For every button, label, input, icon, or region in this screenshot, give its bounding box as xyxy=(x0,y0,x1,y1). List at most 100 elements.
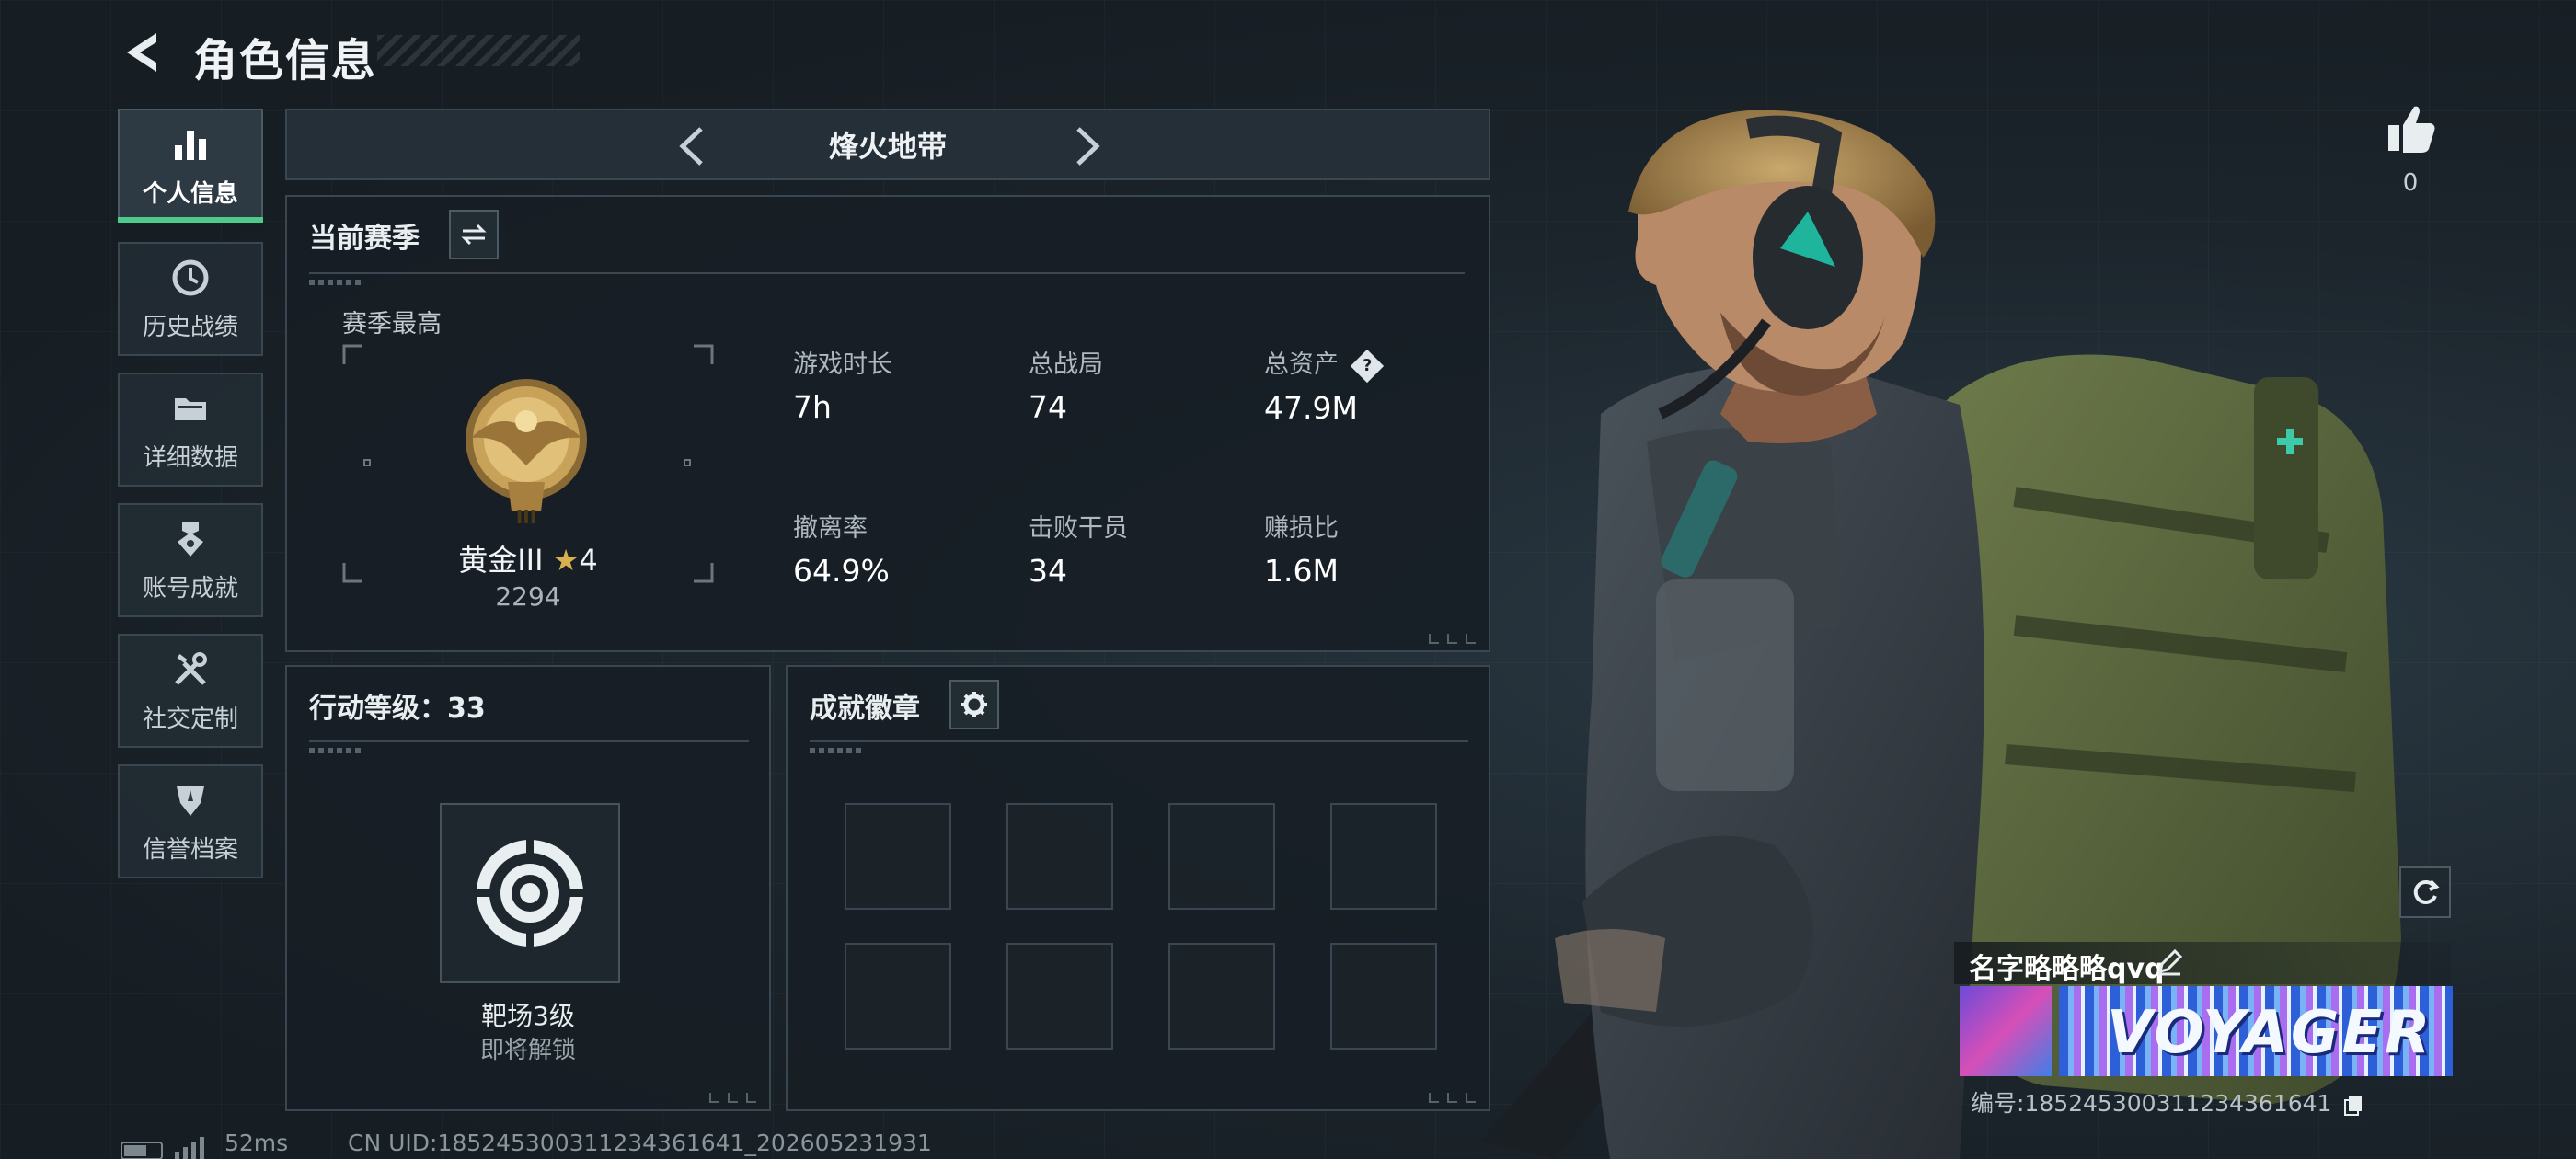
divider-dots xyxy=(810,748,865,753)
stat-value: 7h xyxy=(793,389,832,425)
stat-profit-loss: 赚损比 1.6M xyxy=(1264,508,1339,589)
player-id: 编号:1852453003112343616­41 xyxy=(1971,1085,2364,1119)
stat-label: 总资产 ? xyxy=(1264,344,1384,383)
target-crosshair-icon xyxy=(472,835,588,951)
season-panel: 当前赛季 赛季最高 III 黄金III ★4 2294 游戏时长 7h 总战局 … xyxy=(285,195,1490,652)
likes-count: 0 xyxy=(2402,169,2419,197)
stat-label: 游戏时长 xyxy=(793,350,892,379)
sidebar-item-label: 个人信息 xyxy=(142,179,238,208)
player-name: 名字略略略qvq xyxy=(1969,953,2165,985)
title-decoration xyxy=(377,35,580,66)
rotate-model-button[interactable] xyxy=(2399,866,2451,918)
star-icon: ★ xyxy=(552,543,580,578)
ping-text: 52ms xyxy=(224,1130,289,1156)
stat-total-matches: 总战局 74 xyxy=(1029,344,1103,425)
sidebar-item-label: 账号成就 xyxy=(142,574,238,602)
chevron-right-icon[interactable] xyxy=(1069,125,1106,167)
action-level-divider xyxy=(309,740,749,742)
help-icon-glyph: ? xyxy=(1362,356,1372,375)
season-divider xyxy=(309,272,1465,274)
back-arrow-icon[interactable] xyxy=(118,28,167,77)
gold-rank-emblem-icon xyxy=(466,379,587,511)
reward-name: 靶场3级 xyxy=(481,1001,575,1031)
badge-slot[interactable] xyxy=(1330,803,1437,910)
player-id-text: 编号:1852453003112343616­41 xyxy=(1971,1090,2332,1117)
rank-stars: 4 xyxy=(579,543,598,578)
badge-slot[interactable] xyxy=(1330,943,1437,1050)
season-title: 当前赛季 xyxy=(309,223,420,255)
achievement-badges-panel: 成就徽章 xyxy=(786,665,1490,1111)
stat-total-assets: 总资产 ? 47.9M xyxy=(1264,344,1384,426)
season-switch-button[interactable] xyxy=(449,210,499,259)
gear-icon xyxy=(961,692,987,717)
sidebar-item-social-custom[interactable]: 社交定制 xyxy=(118,634,263,748)
banner-text: VOYAGER xyxy=(2107,999,2433,1067)
corner-decoration xyxy=(709,1093,756,1103)
page-title: 角色信息 xyxy=(193,35,378,86)
help-icon[interactable]: ? xyxy=(1350,349,1384,383)
stat-value: 1.6M xyxy=(1264,553,1339,589)
divider-dots xyxy=(309,748,364,753)
stat-play-time: 游戏时长 7h xyxy=(793,344,892,425)
stat-extraction-rate: 撤离率 64.9% xyxy=(793,508,890,589)
action-level-panel: 行动等级：33 靶场3级 即将解锁 xyxy=(285,665,771,1111)
bar-chart-icon xyxy=(175,130,206,160)
badge-slot[interactable] xyxy=(1006,943,1113,1050)
stat-operators-defeated: 击败干员 34 xyxy=(1029,508,1128,589)
badge-slot[interactable] xyxy=(1006,803,1113,910)
stat-label: 击败干员 xyxy=(1029,514,1128,543)
stat-value: 74 xyxy=(1029,389,1067,425)
banner-avatar xyxy=(1960,986,2052,1076)
divider-dots xyxy=(309,280,364,285)
stat-value: 34 xyxy=(1029,553,1067,589)
history-clock-icon xyxy=(172,259,209,295)
battery-signal-icon xyxy=(121,1137,204,1159)
stat-value: 64.9% xyxy=(793,553,890,589)
stat-value: 47.9M xyxy=(1264,389,1358,426)
badge-slot[interactable] xyxy=(1168,943,1275,1050)
achievement-medal-icon xyxy=(178,521,203,557)
stat-label: 撤离率 xyxy=(793,514,868,543)
sidebar-item-personal-info[interactable]: 个人信息 xyxy=(118,109,263,223)
sidebar-item-label: 社交定制 xyxy=(142,705,238,733)
badges-divider xyxy=(810,740,1468,742)
corner-decoration xyxy=(1429,1093,1476,1103)
season-best-label: 赛季最高 xyxy=(342,310,442,339)
stat-label: 总战局 xyxy=(1029,350,1103,379)
thumbs-up-icon[interactable] xyxy=(2383,101,2438,156)
corner-decoration xyxy=(1429,634,1476,644)
sidebar-item-achievements[interactable]: 账号成就 xyxy=(118,503,263,617)
badges-settings-button[interactable] xyxy=(949,680,999,729)
folder-icon xyxy=(175,397,206,420)
reward-status: 即将解锁 xyxy=(479,1037,576,1064)
sidebar-item-detailed-data[interactable]: 详细数据 xyxy=(118,373,263,487)
mode-tab-bar: 烽火地带 xyxy=(285,109,1490,180)
sidebar-item-label: 详细数据 xyxy=(142,443,238,472)
rank-points: 2294 xyxy=(495,581,561,612)
tools-icon xyxy=(175,651,207,685)
rank-line: 黄金III ★4 xyxy=(342,537,714,580)
mode-tab-title: 烽火地带 xyxy=(828,129,947,164)
edit-pencil-icon[interactable] xyxy=(2155,947,2184,977)
rank-name: 黄金III xyxy=(458,543,544,578)
sidebar-item-label: 信誉档案 xyxy=(142,835,238,864)
badge-slot[interactable] xyxy=(1168,803,1275,910)
badges-title: 成就徽章 xyxy=(810,693,920,725)
copy-icon[interactable] xyxy=(2342,1094,2364,1116)
uid-text: CN UID:1852453003112343616­41_2026052319… xyxy=(348,1130,932,1156)
badge-slot[interactable] xyxy=(845,803,951,910)
badge-slot[interactable] xyxy=(845,943,951,1050)
sidebar-item-label: 历史战绩 xyxy=(142,313,238,341)
shield-icon xyxy=(177,786,204,816)
stat-label-text: 总资产 xyxy=(1264,350,1339,379)
stat-label: 赚损比 xyxy=(1264,514,1339,543)
rank-emblem-numeral: III xyxy=(515,506,537,528)
sidebar-item-history[interactable]: 历史战绩 xyxy=(118,242,263,356)
player-banner[interactable]: VOYAGER xyxy=(1960,986,2453,1076)
refresh-icon xyxy=(2413,879,2440,904)
action-level-title: 行动等级：33 xyxy=(309,693,486,725)
swap-icon xyxy=(461,224,487,246)
sidebar-item-reputation[interactable]: 信誉档案 xyxy=(118,764,263,878)
reward-tile[interactable] xyxy=(440,803,620,983)
player-name-bar: 名字略略略qvq xyxy=(1954,942,2451,985)
